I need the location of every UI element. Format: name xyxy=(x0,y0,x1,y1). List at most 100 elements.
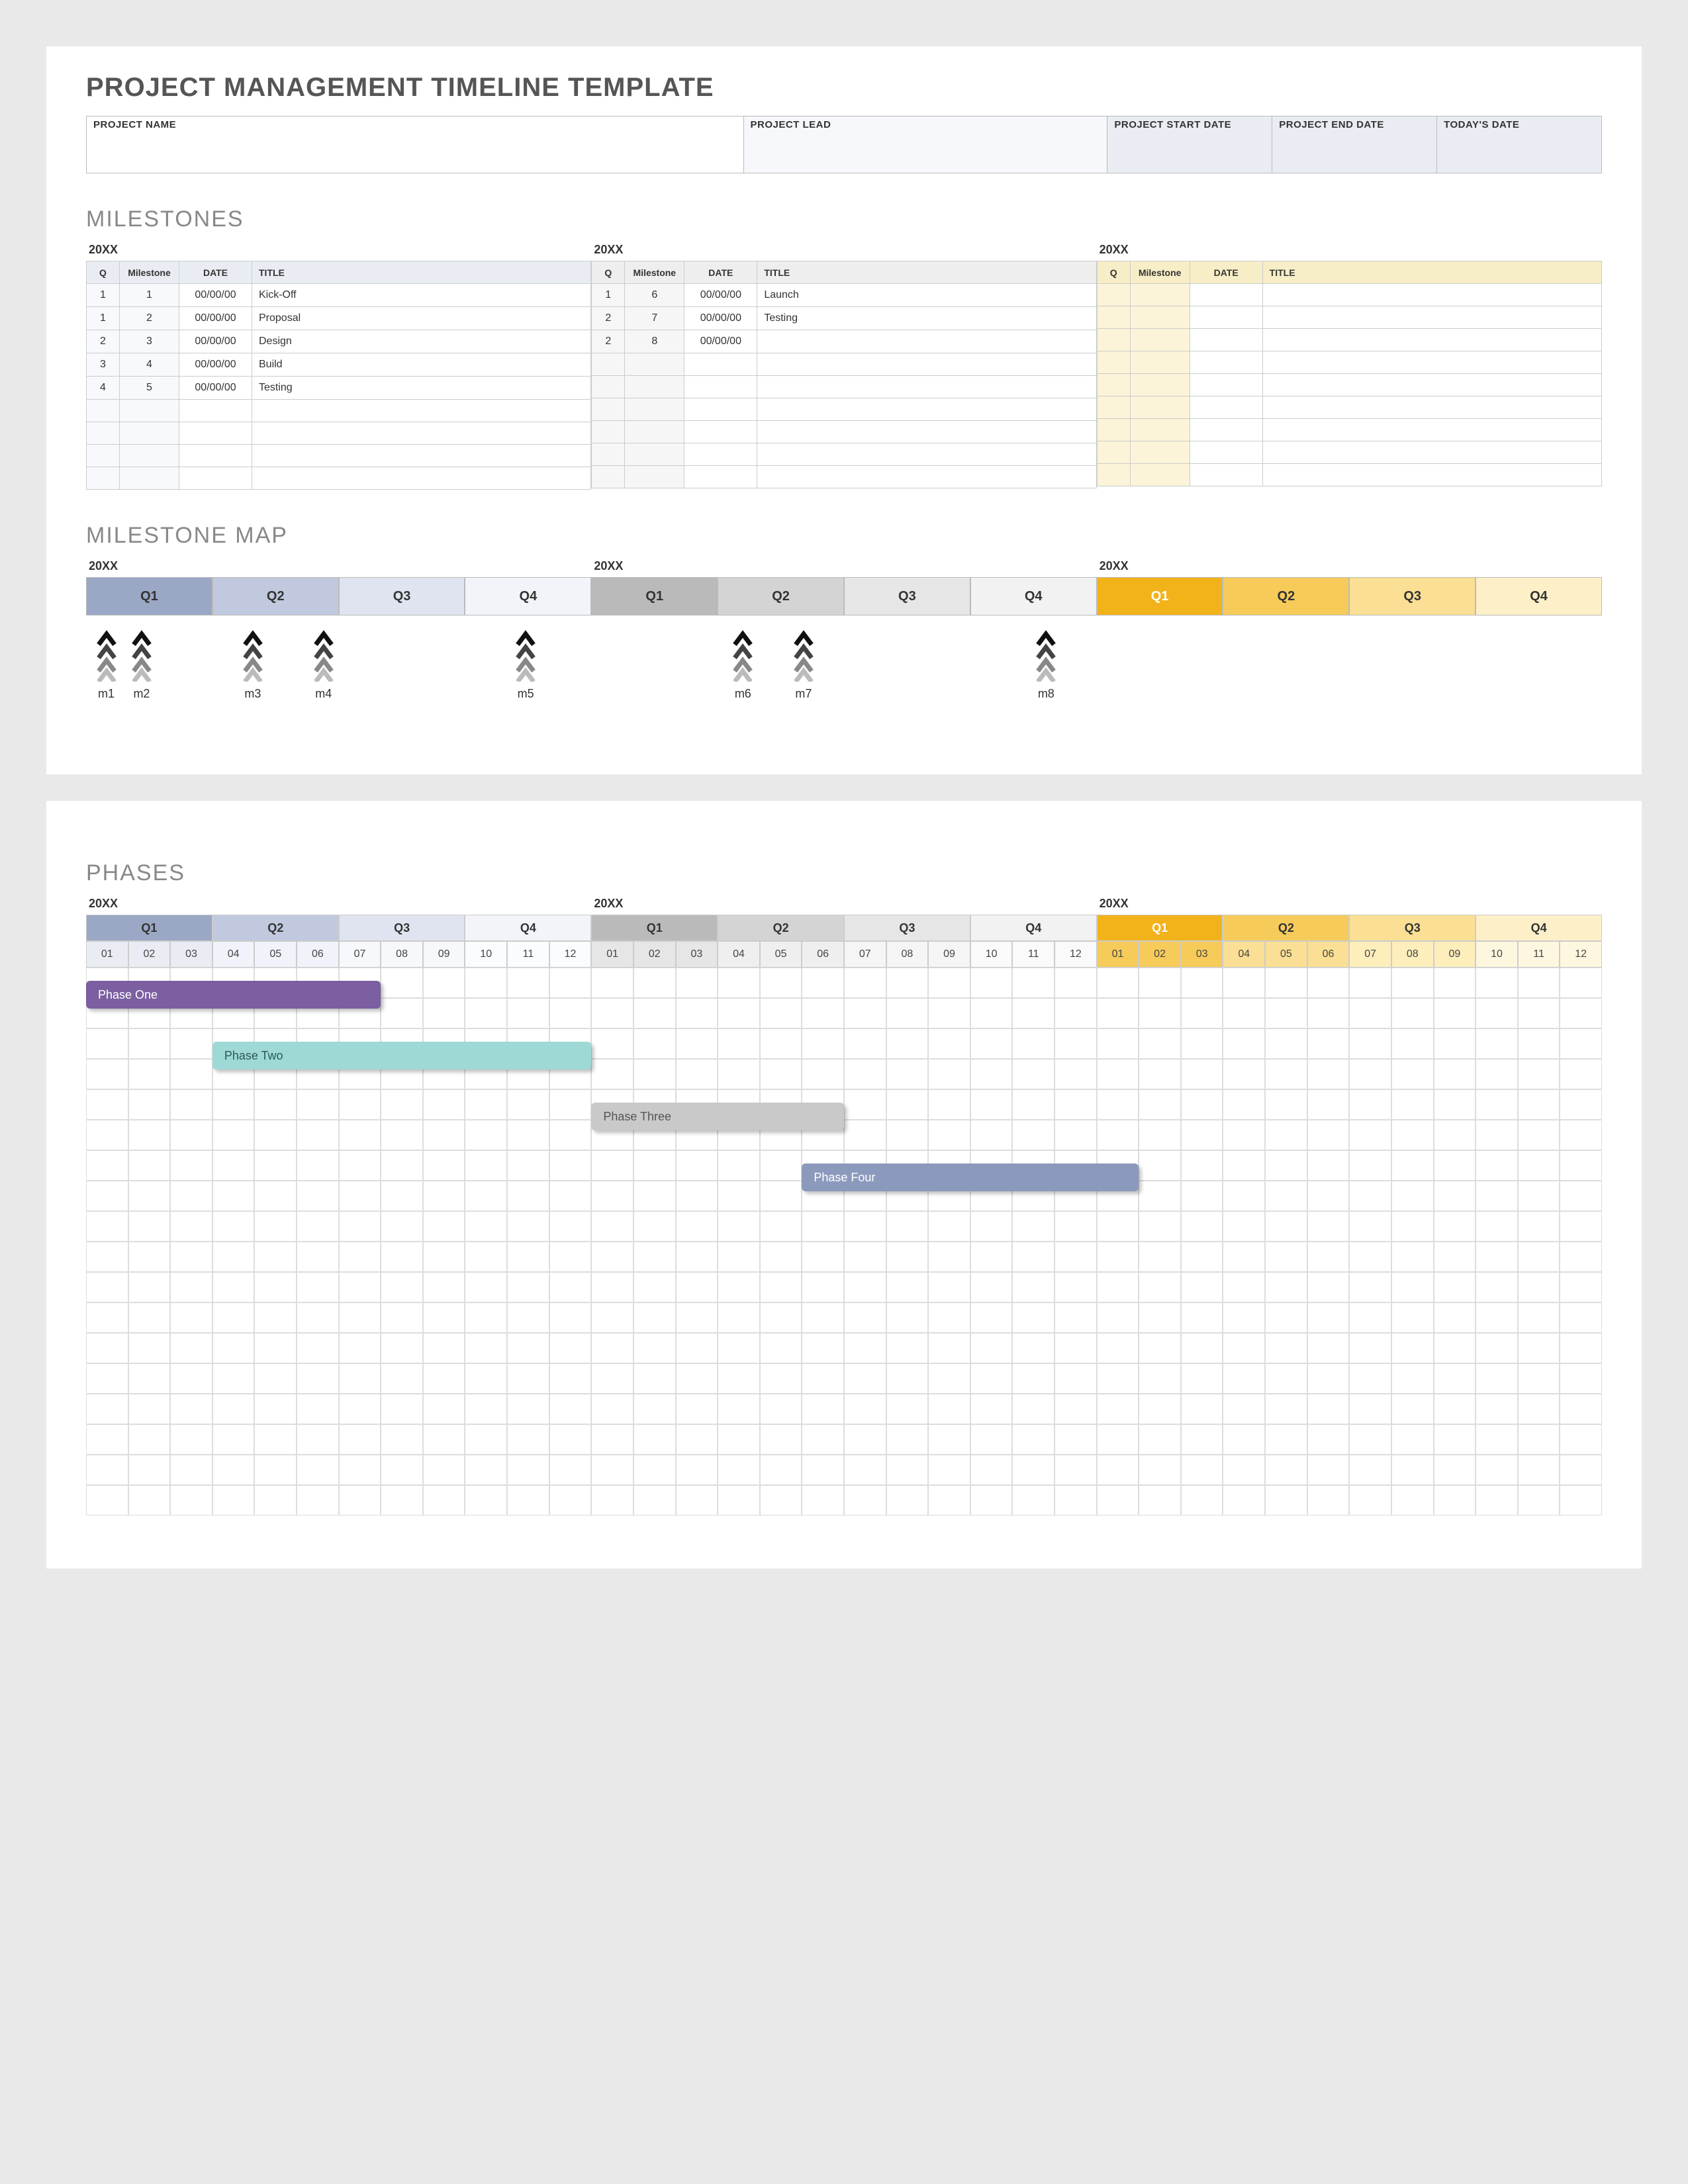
cell-milestone[interactable] xyxy=(1130,396,1190,419)
grid-cell[interactable] xyxy=(549,1333,592,1363)
grid-cell[interactable] xyxy=(1181,1363,1223,1394)
grid-cell[interactable] xyxy=(170,1424,212,1455)
cell-title[interactable]: Testing xyxy=(757,307,1096,330)
grid-cell[interactable] xyxy=(128,1181,171,1211)
table-row[interactable] xyxy=(1097,329,1601,351)
grid-cell[interactable] xyxy=(928,1242,970,1272)
grid-cell[interactable] xyxy=(549,1424,592,1455)
grid-cell[interactable] xyxy=(465,1333,507,1363)
grid-cell[interactable] xyxy=(254,1242,297,1272)
grid-cell[interactable] xyxy=(1434,1455,1476,1485)
grid-cell[interactable] xyxy=(718,1242,760,1272)
grid-cell[interactable] xyxy=(718,1455,760,1485)
cell-milestone[interactable]: 5 xyxy=(120,377,179,400)
grid-cell[interactable] xyxy=(844,1485,886,1516)
grid-cell[interactable] xyxy=(1476,1028,1518,1059)
grid-cell[interactable] xyxy=(718,1272,760,1302)
field-end-date[interactable]: PROJECT END DATE xyxy=(1272,116,1437,173)
cell-q[interactable]: 2 xyxy=(592,307,625,330)
grid-cell[interactable] xyxy=(507,1211,549,1242)
grid-cell[interactable] xyxy=(1518,968,1560,998)
grid-cell[interactable] xyxy=(1560,1485,1602,1516)
grid-cell[interactable] xyxy=(886,1424,929,1455)
grid-cell[interactable] xyxy=(507,1424,549,1455)
grid-cell[interactable] xyxy=(128,1333,171,1363)
grid-cell[interactable] xyxy=(1139,1272,1181,1302)
grid-cell[interactable] xyxy=(1012,1485,1055,1516)
grid-cell[interactable] xyxy=(1518,1302,1560,1333)
cell-date[interactable]: 00/00/00 xyxy=(684,284,757,307)
grid-cell[interactable] xyxy=(423,1242,465,1272)
grid-cell[interactable] xyxy=(1012,968,1055,998)
grid-cell[interactable] xyxy=(465,1089,507,1120)
grid-cell[interactable] xyxy=(128,1089,171,1120)
grid-cell[interactable] xyxy=(1349,1424,1391,1455)
grid-cell[interactable] xyxy=(591,1150,633,1181)
grid-cell[interactable] xyxy=(844,1211,886,1242)
grid-cell[interactable] xyxy=(212,1272,255,1302)
grid-cell[interactable] xyxy=(802,1424,844,1455)
cell-milestone[interactable] xyxy=(625,466,684,488)
grid-cell[interactable] xyxy=(381,1302,423,1333)
cell-title[interactable] xyxy=(1262,329,1601,351)
grid-cell[interactable] xyxy=(1097,1424,1139,1455)
grid-cell[interactable] xyxy=(1265,1394,1307,1424)
grid-cell[interactable] xyxy=(1181,998,1223,1028)
cell-title[interactable] xyxy=(1262,441,1601,464)
grid-cell[interactable] xyxy=(760,1028,802,1059)
grid-cell[interactable] xyxy=(1434,1333,1476,1363)
grid-cell[interactable] xyxy=(549,968,592,998)
grid-cell[interactable] xyxy=(633,1181,676,1211)
grid-cell[interactable] xyxy=(928,1333,970,1363)
grid-cell[interactable] xyxy=(1181,1120,1223,1150)
table-row[interactable]: 1200/00/00Proposal xyxy=(87,307,591,330)
grid-cell[interactable] xyxy=(591,1302,633,1333)
table-row[interactable] xyxy=(592,398,1096,421)
grid-cell[interactable] xyxy=(1139,1363,1181,1394)
grid-cell[interactable] xyxy=(86,1485,128,1516)
grid-cell[interactable] xyxy=(339,1363,381,1394)
grid-cell[interactable] xyxy=(760,1150,802,1181)
grid-cell[interactable] xyxy=(381,1424,423,1455)
grid-cell[interactable] xyxy=(886,968,929,998)
grid-cell[interactable] xyxy=(1265,1424,1307,1455)
grid-cell[interactable] xyxy=(676,1211,718,1242)
grid-cell[interactable] xyxy=(1181,1242,1223,1272)
grid-cell[interactable] xyxy=(1307,1272,1350,1302)
grid-cell[interactable] xyxy=(886,1363,929,1394)
table-row[interactable] xyxy=(1097,306,1601,329)
grid-cell[interactable] xyxy=(423,998,465,1028)
grid-cell[interactable] xyxy=(844,968,886,998)
grid-cell[interactable] xyxy=(1223,1089,1265,1120)
grid-cell[interactable] xyxy=(1391,1394,1434,1424)
field-today-date[interactable]: TODAY'S DATE xyxy=(1437,116,1601,173)
grid-cell[interactable] xyxy=(1055,1394,1097,1424)
grid-cell[interactable] xyxy=(676,1394,718,1424)
grid-cell[interactable] xyxy=(1391,1302,1434,1333)
grid-cell[interactable] xyxy=(1223,1302,1265,1333)
grid-cell[interactable] xyxy=(128,1455,171,1485)
grid-cell[interactable] xyxy=(297,1150,339,1181)
phase-bar[interactable]: Phase Four xyxy=(802,1163,1139,1191)
grid-cell[interactable] xyxy=(423,1150,465,1181)
grid-cell[interactable] xyxy=(1391,1333,1434,1363)
grid-cell[interactable] xyxy=(1518,1150,1560,1181)
cell-title[interactable] xyxy=(757,466,1096,488)
grid-cell[interactable] xyxy=(970,1302,1013,1333)
grid-cell[interactable] xyxy=(339,1242,381,1272)
grid-cell[interactable] xyxy=(802,968,844,998)
grid-cell[interactable] xyxy=(1012,1394,1055,1424)
grid-cell[interactable] xyxy=(1434,1394,1476,1424)
grid-cell[interactable] xyxy=(802,1485,844,1516)
value-end-date[interactable] xyxy=(1272,133,1436,173)
grid-cell[interactable] xyxy=(507,1120,549,1150)
grid-cell[interactable] xyxy=(1097,1059,1139,1089)
grid-cell[interactable] xyxy=(1097,1302,1139,1333)
grid-cell[interactable] xyxy=(1181,1028,1223,1059)
grid-cell[interactable] xyxy=(465,968,507,998)
cell-date[interactable] xyxy=(1190,374,1262,396)
grid-cell[interactable] xyxy=(802,998,844,1028)
cell-date[interactable] xyxy=(1190,306,1262,329)
grid-cell[interactable] xyxy=(1265,1272,1307,1302)
grid-cell[interactable] xyxy=(507,1181,549,1211)
